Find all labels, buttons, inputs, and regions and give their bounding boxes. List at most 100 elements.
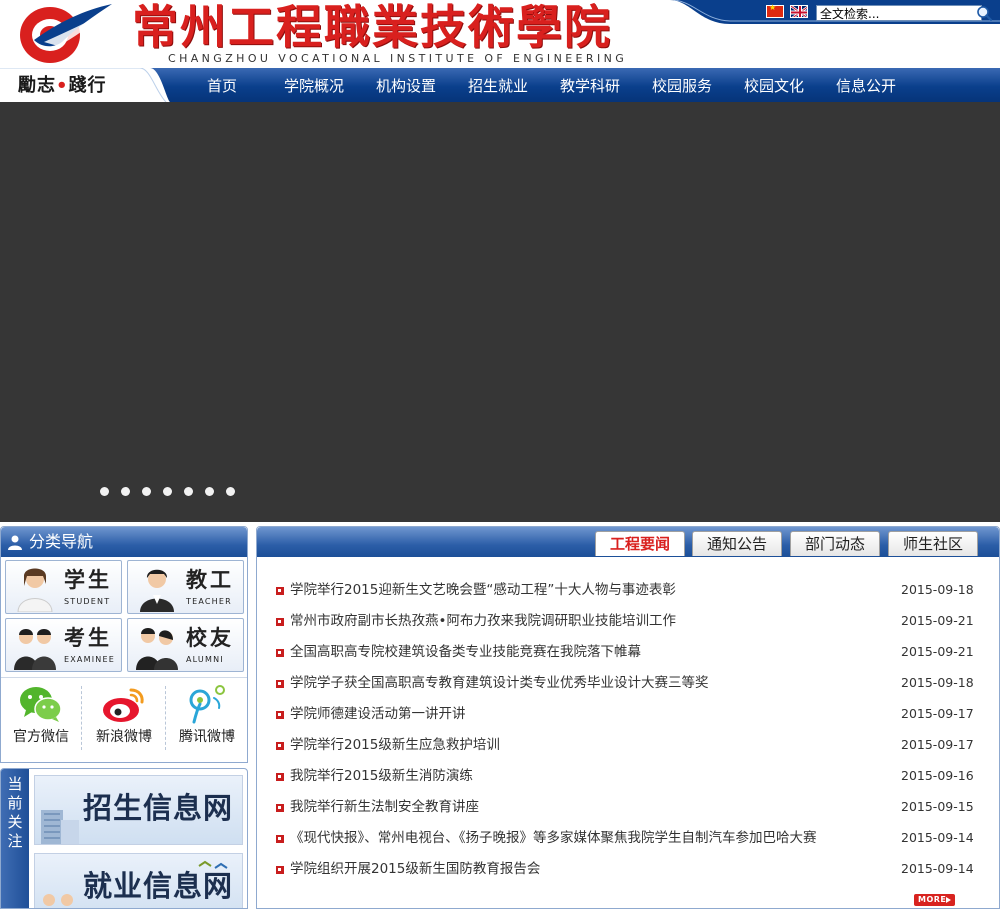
news-date: 2015-09-14 [901,861,974,876]
wechat-icon [20,687,62,722]
nav-item-teaching-research[interactable]: 教学科研 [544,68,636,102]
slide-dot-3[interactable] [142,487,151,496]
news-title[interactable]: 常州市政府副市长热孜燕•阿布力孜来我院调研职业技能培训工作 [290,610,676,632]
news-date: 2015-09-21 [901,613,974,628]
site-search-input[interactable] [816,5,982,21]
bullet-icon [276,835,284,843]
current-focus-panel: 当前关注 招生信息网 就业信息网 [0,768,248,909]
news-title[interactable]: 学院学子获全国高职高专教育建筑设计类专业优秀毕业设计大赛三等奖 [290,672,709,694]
tab-department-news[interactable]: 部门动态 [790,531,880,556]
examinee-photo-icon [14,629,56,670]
slide-dot-5[interactable] [184,487,193,496]
news-date: 2015-09-21 [901,644,974,659]
school-logo-icon[interactable] [14,2,114,66]
search-icon[interactable] [976,5,993,21]
tencent-weibo-link[interactable]: 腾讯微博 [167,684,247,760]
nav-item-admissions[interactable]: 招生就业 [452,68,544,102]
teacher-photo-icon [140,569,174,612]
slide-dot-4[interactable] [163,487,172,496]
employment-info-title: 就业信息网 [83,869,234,903]
news-item: 全国高职高专院校建筑设备类专业技能竞赛在我院落下帷幕 2015-09-21 [275,641,975,672]
news-list: 学院举行2015迎新生文艺晚会暨“感动工程”十大人物与事迹表彰 2015-09-1… [275,579,975,889]
site-header: 常州工程職業技術學院 CHANGZHOU VOCATIONAL INSTITUT… [0,0,1000,68]
student-photo-icon [17,568,53,612]
more-news-button[interactable]: MORE [914,894,955,906]
slideshow-pagination [100,487,247,496]
slide-dot-1[interactable] [100,487,109,496]
social-divider [165,686,166,750]
current-focus-sidebar: 当前关注 [1,769,29,908]
news-date: 2015-09-17 [901,706,974,721]
english-language-flag-icon[interactable] [790,5,808,18]
bullet-icon [276,711,284,719]
admissions-info-title: 招生信息网 [83,791,234,825]
news-item: 《现代快报》、常州电视台、《扬子晚报》等多家媒体聚焦我院学生自制汽车参加巴哈大赛… [275,827,975,858]
news-title[interactable]: 学院举行2015级新生应急救护培训 [290,734,500,756]
bullet-icon [276,804,284,812]
news-date: 2015-09-14 [901,830,974,845]
news-title[interactable]: 《现代快报》、常州电视台、《扬子晚报》等多家媒体聚焦我院学生自制汽车参加巴哈大赛 [290,827,817,849]
bullet-icon [276,742,284,750]
slide-dot-6[interactable] [205,487,214,496]
sina-weibo-label: 新浪微博 [96,729,152,745]
employment-info-banner[interactable]: 就业信息网 [34,853,243,908]
news-date: 2015-09-17 [901,737,974,752]
slide-dot-7[interactable] [226,487,235,496]
news-item: 学院举行2015迎新生文艺晚会暨“感动工程”十大人物与事迹表彰 2015-09-1… [275,579,975,610]
role-card-alumni[interactable]: 校友 ALUMNI [127,618,244,672]
news-title[interactable]: 我院举行新生法制安全教育讲座 [290,796,479,818]
tab-community[interactable]: 师生社区 [888,531,978,556]
news-item: 学院学子获全国高职高专教育建筑设计类专业优秀毕业设计大赛三等奖 2015-09-1… [275,672,975,703]
tencent-weibo-label: 腾讯微博 [179,729,235,745]
role-examinee-english: EXAMINEE [64,655,115,664]
news-title[interactable]: 全国高职高专院校建筑设备类专业技能竞赛在我院落下帷幕 [290,641,641,663]
news-item: 学院举行2015级新生应急救护培训 2015-09-17 [275,734,975,765]
news-tab-bar: 工程要闻 通知公告 部门动态 师生社区 [257,527,999,557]
news-date: 2015-09-18 [901,675,974,690]
news-title[interactable]: 我院举行2015级新生消防演练 [290,765,473,787]
news-title[interactable]: 学院组织开展2015级新生国防教育报告会 [290,858,540,880]
school-english-name: CHANGZHOU VOCATIONAL INSTITUTE OF ENGINE… [168,52,628,65]
school-motto: 勵志•踐行 [18,74,107,98]
nav-item-home[interactable]: 首页 [176,68,268,102]
chinese-language-flag-icon[interactable] [766,3,784,18]
wechat-label: 官方微信 [13,729,69,745]
campus-building-icon [41,810,79,844]
news-item: 学院组织开展2015级新生国防教育报告会 2015-09-14 [275,858,975,889]
user-icon [8,535,22,550]
role-alumni-english: ALUMNI [186,655,224,664]
top-utility-bar [670,0,1000,26]
current-focus-label: 当前关注 [7,775,23,850]
role-examinee-label: 考生 [64,626,112,650]
bullet-icon [276,680,284,688]
tab-notices[interactable]: 通知公告 [692,531,782,556]
social-divider [81,686,82,750]
motto-dot: • [56,75,69,96]
main-nav-list: 首页 学院概况 机构设置 招生就业 教学科研 校园服务 校园文化 信息公开 [176,68,912,102]
news-date: 2015-09-18 [901,582,974,597]
category-navigation-header: 分类导航 [1,527,247,557]
nav-item-public-info[interactable]: 信息公开 [820,68,912,102]
motto-left: 勵志 [18,75,56,96]
role-card-examinee[interactable]: 考生 EXAMINEE [5,618,122,672]
bullet-icon [276,587,284,595]
nav-item-organization[interactable]: 机构设置 [360,68,452,102]
news-date: 2015-09-16 [901,768,974,783]
nav-item-campus-services[interactable]: 校园服务 [636,68,728,102]
role-alumni-label: 校友 [186,626,234,650]
slide-dot-2[interactable] [121,487,130,496]
wechat-link[interactable]: 官方微信 [1,684,81,760]
bullet-icon [276,649,284,657]
news-title[interactable]: 学院举行2015迎新生文艺晚会暨“感动工程”十大人物与事迹表彰 [290,579,676,601]
news-title[interactable]: 学院师德建设活动第一讲开讲 [290,703,466,725]
tab-engineering-news[interactable]: 工程要闻 [595,531,685,556]
sina-weibo-link[interactable]: 新浪微博 [84,684,164,760]
role-card-student[interactable]: 学生 STUDENT [5,560,122,614]
graduate-figures-icon [43,894,73,906]
admissions-info-banner[interactable]: 招生信息网 [34,775,243,845]
role-card-teacher[interactable]: 教工 TEACHER [127,560,244,614]
hero-slideshow[interactable] [0,102,1000,522]
nav-item-about[interactable]: 学院概况 [268,68,360,102]
nav-item-campus-culture[interactable]: 校园文化 [728,68,820,102]
role-student-label: 学生 [64,568,112,592]
